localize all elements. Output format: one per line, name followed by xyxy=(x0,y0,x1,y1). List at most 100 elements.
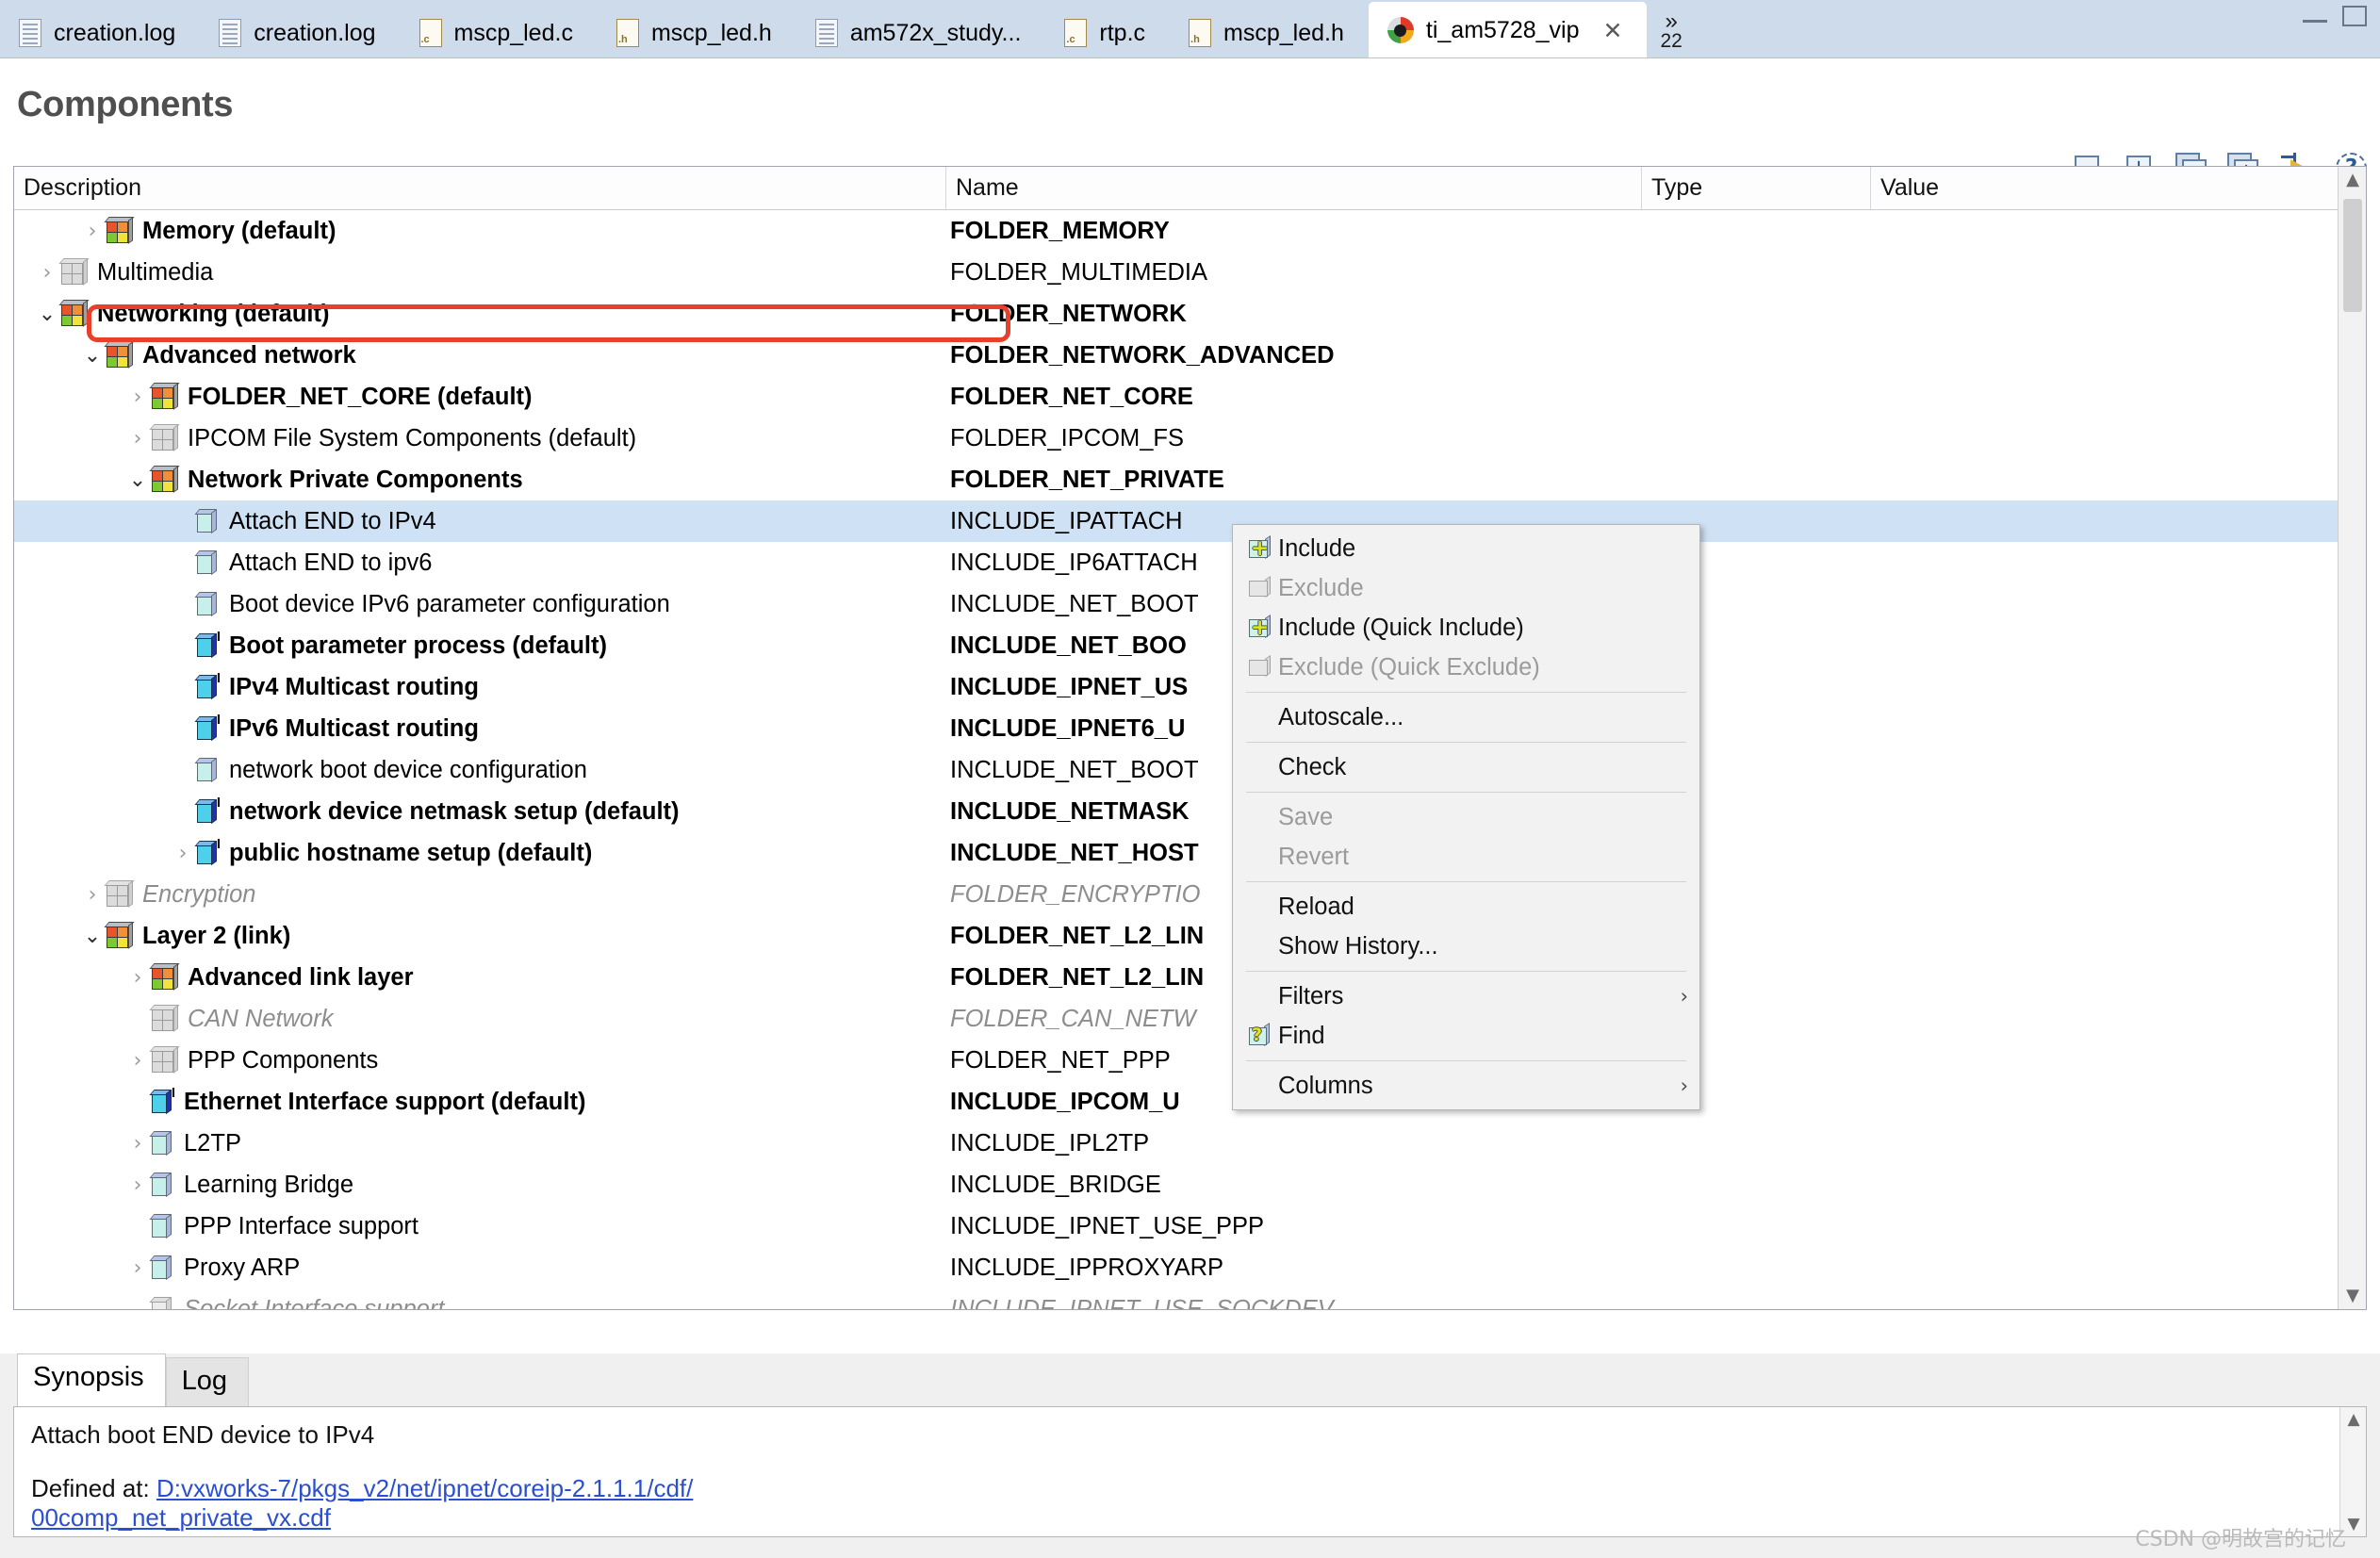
column-header-description[interactable]: Description xyxy=(14,167,946,209)
exclude-box-icon xyxy=(1247,655,1273,680)
cell-description: ›Memory (default) xyxy=(14,217,946,245)
row-description-label: network boot device configuration xyxy=(229,757,587,784)
table-row[interactable]: IPv6 Multicast routingINCLUDE_IPNET6_U xyxy=(14,708,2366,749)
chevron-right-icon[interactable]: › xyxy=(125,1049,150,1073)
chevron-right-icon[interactable]: › xyxy=(125,1173,150,1197)
component-box-icon xyxy=(195,756,220,784)
table-row[interactable]: ›Advanced link layerFOLDER_NET_L2_LIN xyxy=(14,957,2366,998)
component-box-included-icon xyxy=(195,797,220,826)
tab-rtp-c[interactable]: .c rtp.c xyxy=(1045,8,1170,57)
table-row[interactable]: Attach END to ipv6INCLUDE_IP6ATTACH xyxy=(14,542,2366,583)
component-box-icon xyxy=(195,590,220,618)
tab-mscp-led-c[interactable]: .c mscp_led.c xyxy=(401,8,598,57)
folder-cube-icon xyxy=(105,922,133,950)
chevron-down-icon[interactable]: ⌄ xyxy=(125,468,150,492)
row-description-label: Boot device IPv6 parameter configuration xyxy=(229,591,670,618)
tab-mscp-led-h-1[interactable]: .h mscp_led.h xyxy=(598,8,796,57)
column-header-value[interactable]: Value xyxy=(1871,167,2366,209)
scroll-down-icon[interactable]: ▼ xyxy=(2339,1283,2367,1309)
table-row[interactable]: ⌄ Networking (default) FOLDER_NETWORK xyxy=(14,293,2366,335)
chevron-right-icon[interactable]: › xyxy=(35,261,59,285)
tab-mscp-led-h-2[interactable]: .h mscp_led.h xyxy=(1170,8,1369,57)
table-row[interactable]: Boot device IPv6 parameter configuration… xyxy=(14,583,2366,625)
table-row[interactable]: Ethernet Interface support (default)INCL… xyxy=(14,1081,2366,1123)
tab-creation-log-1[interactable]: creation.log xyxy=(0,8,200,57)
table-row[interactable]: ⌄Network Private ComponentsFOLDER_NET_PR… xyxy=(14,459,2366,500)
include-box-icon: + xyxy=(1247,615,1273,640)
chevron-down-icon[interactable]: ⌄ xyxy=(80,925,105,948)
chevron-right-icon[interactable]: › xyxy=(80,220,105,243)
table-row[interactable]: ›Proxy ARPINCLUDE_IPPROXYARP xyxy=(14,1247,2366,1288)
menu-item-autoscale[interactable]: Autoscale... xyxy=(1233,697,1699,737)
menu-item-reload[interactable]: Reload xyxy=(1233,887,1699,927)
tab-log[interactable]: Log xyxy=(166,1357,249,1408)
menu-item-filters[interactable]: Filters› xyxy=(1233,976,1699,1016)
menu-item-include[interactable]: +Include xyxy=(1233,529,1699,568)
menu-item-find[interactable]: ?Find xyxy=(1233,1016,1699,1056)
table-row[interactable]: ›public hostname setup (default)INCLUDE_… xyxy=(14,832,2366,874)
chevron-right-icon[interactable]: › xyxy=(171,842,195,865)
component-box-included-icon xyxy=(195,839,220,867)
menu-item-label: Autoscale... xyxy=(1278,704,1688,731)
menu-item-exclude: Exclude xyxy=(1233,568,1699,608)
table-row[interactable]: ›FOLDER_NET_CORE (default)FOLDER_NET_COR… xyxy=(14,376,2366,418)
row-description-label: Networking (default) xyxy=(97,301,330,328)
table-row[interactable]: Attach END to IPv4INCLUDE_IPATTACH xyxy=(14,500,2366,542)
maximize-button[interactable] xyxy=(2342,6,2367,26)
menu-item-columns[interactable]: Columns› xyxy=(1233,1066,1699,1106)
tab-creation-log-2[interactable]: creation.log xyxy=(200,8,400,57)
table-row[interactable]: ›L2TPINCLUDE_IPL2TP xyxy=(14,1123,2366,1164)
table-row[interactable]: ›Learning BridgeINCLUDE_BRIDGE xyxy=(14,1164,2366,1205)
tab-synopsis[interactable]: Synopsis xyxy=(17,1353,166,1408)
chevron-right-icon[interactable]: › xyxy=(125,966,150,990)
menu-item-check[interactable]: Check xyxy=(1233,747,1699,787)
close-icon[interactable]: ✕ xyxy=(1603,17,1623,44)
table-row[interactable]: ›MultimediaFOLDER_MULTIMEDIA xyxy=(14,252,2366,293)
chevron-right-icon[interactable]: › xyxy=(80,883,105,907)
table-row[interactable]: ›EncryptionFOLDER_ENCRYPTIO xyxy=(14,874,2366,915)
synopsis-scrollbar[interactable]: ▲ ▼ xyxy=(2339,1407,2366,1536)
cell-name: FOLDER_MEMORY xyxy=(946,218,1642,245)
menu-separator xyxy=(1246,692,1686,693)
scroll-up-icon[interactable]: ▲ xyxy=(2339,167,2367,193)
table-row[interactable]: Boot parameter process (default)INCLUDE_… xyxy=(14,625,2366,666)
cell-description: ⌄Advanced network xyxy=(14,341,946,369)
table-row[interactable]: network boot device configurationINCLUDE… xyxy=(14,749,2366,791)
cell-name: INCLUDE_IPNET_USE_SOCKDEV xyxy=(946,1296,1642,1311)
minimize-button[interactable] xyxy=(2303,9,2327,23)
cell-description: ›L2TP xyxy=(14,1129,946,1157)
chevron-down-icon[interactable]: ⌄ xyxy=(80,344,105,368)
cdf-file-link-line1[interactable]: D:vxworks-7/pkgs_v2/net/ipnet/coreip-2.1… xyxy=(156,1474,693,1502)
chevron-right-icon[interactable]: › xyxy=(125,427,150,451)
menu-item-show-history[interactable]: Show History... xyxy=(1233,927,1699,966)
tree-vertical-scrollbar[interactable]: ▲ ▼ xyxy=(2338,167,2366,1309)
table-row[interactable]: ⌄Advanced networkFOLDER_NETWORK_ADVANCED xyxy=(14,335,2366,376)
table-row[interactable]: ⌄Layer 2 (link)FOLDER_NET_L2_LIN xyxy=(14,915,2366,957)
column-header-name[interactable]: Name xyxy=(946,167,1642,209)
tab-ti-am5728-vip[interactable]: ti_am5728_vip ✕ xyxy=(1369,3,1648,57)
cdf-file-link-line2[interactable]: 00comp_net_private_vx.cdf xyxy=(31,1503,331,1532)
table-row[interactable]: ›IPCOM File System Components (default)F… xyxy=(14,418,2366,459)
table-row[interactable]: Socket Interface supportINCLUDE_IPNET_US… xyxy=(14,1288,2366,1310)
scrollbar-thumb[interactable] xyxy=(2343,199,2362,312)
table-row[interactable]: ›PPP ComponentsFOLDER_NET_PPP xyxy=(14,1040,2366,1081)
table-row[interactable]: IPv4 Multicast routingINCLUDE_IPNET_US xyxy=(14,666,2366,708)
table-row[interactable]: ›Memory (default)FOLDER_MEMORY xyxy=(14,210,2366,252)
table-row[interactable]: PPP Interface supportINCLUDE_IPNET_USE_P… xyxy=(14,1205,2366,1247)
chevron-right-icon[interactable]: › xyxy=(125,385,150,409)
menu-item-include-quick-include[interactable]: +Include (Quick Include) xyxy=(1233,608,1699,648)
row-description-label: Multimedia xyxy=(97,259,213,287)
tab-am572x-study[interactable]: am572x_study... xyxy=(796,8,1046,57)
chevron-right-icon[interactable]: › xyxy=(125,1132,150,1156)
column-header-type[interactable]: Type xyxy=(1642,167,1871,209)
table-row[interactable]: CAN NetworkFOLDER_CAN_NETW xyxy=(14,998,2366,1040)
cell-description: IPv4 Multicast routing xyxy=(14,673,946,701)
file-text-icon xyxy=(219,19,241,47)
cell-name: FOLDER_NETWORK xyxy=(946,301,1642,328)
folder-cube-icon xyxy=(59,300,88,328)
chevron-down-icon[interactable]: ⌄ xyxy=(35,303,59,326)
chevron-right-icon[interactable]: › xyxy=(125,1256,150,1280)
tab-overflow-button[interactable]: » 22 xyxy=(1647,8,1689,57)
table-row[interactable]: network device netmask setup (default)IN… xyxy=(14,791,2366,832)
scroll-up-icon[interactable]: ▲ xyxy=(2340,1407,2367,1432)
